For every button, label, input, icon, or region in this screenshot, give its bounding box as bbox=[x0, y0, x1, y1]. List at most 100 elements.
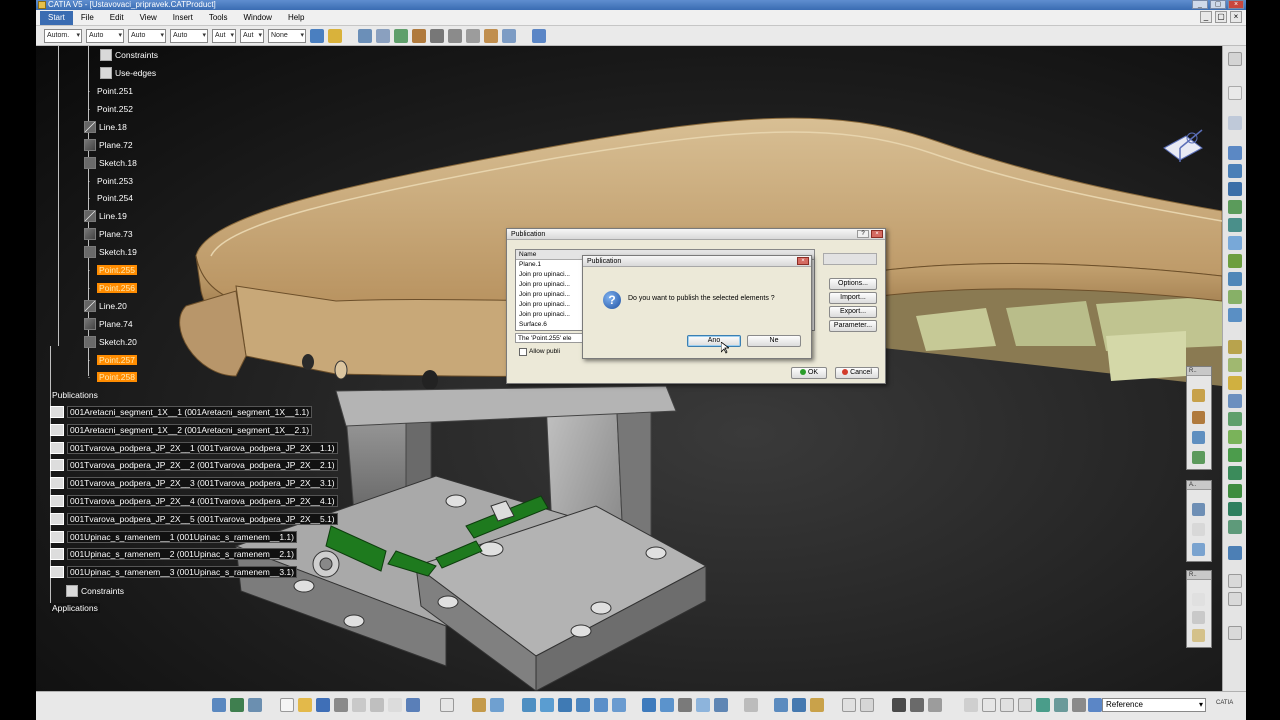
zoom-in-icon[interactable] bbox=[594, 698, 608, 712]
normal-view-icon[interactable] bbox=[642, 698, 656, 712]
insert-product-icon[interactable] bbox=[394, 28, 408, 43]
tree-item-feature[interactable]: Line.18 bbox=[84, 120, 127, 134]
tree-item-use-edges[interactable]: Use-edges bbox=[100, 66, 156, 80]
extract-icon[interactable] bbox=[1228, 376, 1242, 390]
cancel-button[interactable]: Cancel bbox=[835, 367, 879, 379]
paste-icon[interactable] bbox=[388, 698, 402, 712]
floating-palette-1[interactable]: R.. bbox=[1186, 366, 1212, 470]
open-icon[interactable] bbox=[298, 698, 312, 712]
scaling-icon[interactable] bbox=[1228, 484, 1242, 498]
tree-item-feature[interactable]: Sketch.19 bbox=[84, 245, 137, 259]
tree-item-constraints[interactable]: Constraints bbox=[66, 584, 124, 598]
copy-icon[interactable] bbox=[370, 698, 384, 712]
revolve-icon[interactable] bbox=[1228, 218, 1242, 232]
law-icon[interactable] bbox=[1036, 698, 1050, 712]
pan-icon[interactable] bbox=[558, 698, 572, 712]
fly-mode-icon[interactable] bbox=[522, 698, 536, 712]
format-painter-icon[interactable] bbox=[310, 28, 324, 43]
swap-icon[interactable] bbox=[490, 698, 504, 712]
point-tool-icon[interactable] bbox=[1228, 146, 1242, 160]
minimize-button[interactable]: _ bbox=[1192, 0, 1208, 9]
parameters-icon[interactable] bbox=[1018, 698, 1032, 712]
fit-all-icon[interactable] bbox=[540, 698, 554, 712]
existing-component-icon[interactable] bbox=[430, 28, 444, 43]
tree-item-feature[interactable]: · Point.255 bbox=[84, 263, 137, 277]
split-icon[interactable] bbox=[1228, 340, 1242, 354]
boundary-icon[interactable] bbox=[1228, 394, 1242, 408]
ok-button[interactable]: OK bbox=[791, 367, 827, 379]
palette-tool-icon[interactable] bbox=[1192, 593, 1205, 606]
menu-start[interactable]: Start bbox=[40, 10, 73, 25]
reference-icon[interactable] bbox=[1088, 698, 1102, 712]
tree-item-constraints-top[interactable]: Constraints bbox=[100, 48, 158, 62]
palette-2-header[interactable]: A.. bbox=[1187, 481, 1211, 490]
rendering-style-combo[interactable]: Aut bbox=[240, 28, 264, 43]
tree-item-feature[interactable]: Plane.73 bbox=[84, 227, 133, 241]
view-normal-icon[interactable] bbox=[1228, 592, 1242, 606]
pattern-icon[interactable] bbox=[1228, 546, 1242, 560]
doc-restore-button[interactable]: ▢ bbox=[1215, 11, 1227, 23]
catalog-browser-icon[interactable] bbox=[212, 698, 226, 712]
sketcher-icon[interactable] bbox=[1228, 116, 1242, 130]
publication-icon[interactable] bbox=[532, 28, 546, 43]
trim-icon[interactable] bbox=[1228, 358, 1242, 372]
rule-icon[interactable] bbox=[1054, 698, 1068, 712]
blend-icon[interactable] bbox=[1228, 272, 1242, 286]
offset-icon[interactable] bbox=[1228, 290, 1242, 304]
publication-close-button[interactable]: × bbox=[871, 230, 883, 238]
parameter-button[interactable]: Parameter... bbox=[829, 320, 877, 332]
measure-item-icon[interactable] bbox=[928, 698, 942, 712]
confirm-close-button[interactable]: × bbox=[797, 257, 809, 265]
transparency-combo[interactable]: Auto bbox=[86, 28, 124, 43]
line-type-combo[interactable]: Auto bbox=[170, 28, 208, 43]
point-symbol-combo[interactable]: Aut bbox=[212, 28, 236, 43]
affinity-icon[interactable] bbox=[1228, 502, 1242, 516]
tree-item-publication[interactable]: 001Upinac_s_ramenem__2 (001Upinac_s_rame… bbox=[50, 547, 297, 561]
tree-item-feature[interactable]: · Point.256 bbox=[84, 281, 137, 295]
table-icon[interactable] bbox=[892, 698, 906, 712]
menu-edit[interactable]: Edit bbox=[102, 11, 132, 25]
tree-item-feature[interactable]: Sketch.20 bbox=[84, 335, 137, 349]
menu-help[interactable]: Help bbox=[280, 11, 312, 25]
menu-insert[interactable]: Insert bbox=[165, 11, 201, 25]
translate-icon[interactable] bbox=[1228, 430, 1242, 444]
list-icon[interactable] bbox=[910, 698, 924, 712]
line-tool-icon[interactable] bbox=[1228, 164, 1242, 178]
rotate-icon[interactable] bbox=[1228, 448, 1242, 462]
distance-icon[interactable] bbox=[982, 698, 996, 712]
publication-dialog-title-bar[interactable]: Publication ? × bbox=[507, 229, 885, 240]
confirm-dialog-title-bar[interactable]: Publication × bbox=[583, 256, 811, 267]
tree-item-publication[interactable]: 001Tvarova_podpera_JP_2X__5 (001Tvarova_… bbox=[50, 512, 338, 526]
knowledge-icon[interactable] bbox=[230, 698, 244, 712]
compass-icon[interactable] bbox=[1162, 126, 1212, 166]
doc-minimize-button[interactable]: _ bbox=[1200, 11, 1212, 23]
palette-tool-icon[interactable] bbox=[1192, 629, 1205, 642]
menu-tools[interactable]: Tools bbox=[201, 11, 236, 25]
yes-button[interactable]: Ano bbox=[687, 335, 741, 347]
doc-close-button[interactable]: × bbox=[1230, 11, 1242, 23]
work-on-support-icon[interactable] bbox=[792, 698, 806, 712]
menu-view[interactable]: View bbox=[132, 11, 165, 25]
tree-item-feature[interactable]: · Point.252 bbox=[84, 102, 133, 116]
tree-item-publication[interactable]: 001Aretacni_segment_1X__1 (001Aretacni_s… bbox=[50, 405, 313, 419]
import-button[interactable]: Import... bbox=[829, 292, 877, 304]
axis-to-axis-icon[interactable] bbox=[1228, 520, 1242, 534]
shading-icon[interactable] bbox=[678, 698, 692, 712]
palette-tool-icon[interactable] bbox=[1192, 411, 1205, 424]
tree-item-feature[interactable]: · Point.257 bbox=[84, 353, 137, 367]
tree-item-publication[interactable]: 001Tvarova_podpera_JP_2X__3 (001Tvarova_… bbox=[50, 476, 338, 490]
insert-component-icon[interactable] bbox=[376, 28, 390, 43]
swap-visible-space-icon[interactable] bbox=[714, 698, 728, 712]
tree-item-publication[interactable]: 001Tvarova_podpera_JP_2X__4 (001Tvarova_… bbox=[50, 494, 338, 508]
allow-publication-checkbox[interactable] bbox=[519, 348, 527, 356]
measure-icon[interactable] bbox=[1228, 626, 1242, 640]
plane-tool-icon[interactable] bbox=[1228, 182, 1242, 196]
collapse-icon[interactable] bbox=[1228, 52, 1242, 66]
analysis-icon[interactable] bbox=[964, 698, 978, 712]
menu-window[interactable]: Window bbox=[236, 11, 280, 25]
tree-item-feature[interactable]: Line.20 bbox=[84, 299, 127, 313]
comment-icon[interactable] bbox=[860, 698, 874, 712]
replace-component-icon[interactable] bbox=[448, 28, 462, 43]
select-icon[interactable] bbox=[1228, 86, 1242, 100]
sweep-icon[interactable] bbox=[1228, 236, 1242, 250]
